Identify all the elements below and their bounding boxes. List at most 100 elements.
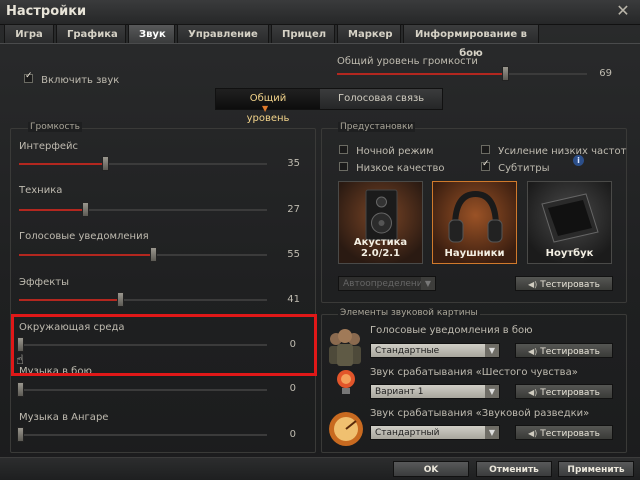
master-volume-value: 69	[599, 68, 612, 79]
speaker-small-icon: ◀)	[528, 429, 538, 438]
tab-sound[interactable]: Звук	[128, 24, 175, 43]
preset-card-speakers[interactable]: Акустика 2.0/2.1	[338, 181, 423, 264]
master-volume-label: Общий уровень громкости	[337, 56, 478, 67]
test-preset-label: Тестировать	[540, 280, 600, 290]
tab-bar: Игра Графика Звук Управление Прицел Марк…	[4, 24, 539, 59]
enable-sound-checkbox[interactable]: Включить звук	[24, 68, 119, 87]
preset-option-subtitles[interactable]: Субтитры	[481, 156, 550, 175]
sound-recon-dropdown[interactable]: Стандартный ▼	[370, 425, 500, 440]
test-preset-button[interactable]: ◀) Тестировать	[515, 276, 613, 291]
slider-hangar-music[interactable]	[17, 427, 267, 442]
sixth-sense-label: Звук срабатывания «Шестого чувства»	[370, 367, 578, 378]
slider-battle-music[interactable]	[17, 382, 267, 397]
tab-battle-info[interactable]: Информирование в бою	[403, 24, 539, 59]
tab-divider	[0, 43, 640, 44]
preset-option-label: Низкое качество	[356, 163, 445, 174]
slider-fill	[19, 299, 120, 301]
slider-label-effects: Эффекты	[19, 277, 69, 288]
presets-panel-title: Предустановки	[338, 122, 416, 132]
crew-icon	[326, 325, 364, 367]
footer-bar: OK Отменить Применить	[0, 457, 640, 480]
chevron-down-icon: ▼	[262, 104, 269, 113]
slider-label-vehicles: Техника	[19, 185, 63, 196]
volume-panel-title: Громкость	[28, 122, 82, 132]
preset-card-label: Акустика 2.0/2.1	[353, 237, 408, 259]
slider-label-voice: Голосовые уведомления	[19, 231, 149, 242]
slider-label-interface: Интерфейс	[19, 141, 79, 152]
sound-elements-title: Элементы звуковой картины	[338, 308, 480, 318]
slider-thumb[interactable]	[117, 292, 124, 307]
preset-card-label: Ноутбук	[545, 248, 594, 259]
checkbox-icon[interactable]	[24, 71, 33, 83]
enable-sound-label: Включить звук	[41, 75, 120, 86]
test-label: Тестировать	[540, 347, 600, 357]
checkbox-icon[interactable]	[339, 145, 348, 154]
test-sound-recon-button[interactable]: ◀) Тестировать	[515, 425, 613, 440]
sound-recon-label: Звук срабатывания «Звуковой разведки»	[370, 408, 590, 419]
test-label: Тестировать	[540, 429, 600, 439]
slider-thumb[interactable]	[150, 247, 157, 262]
voice-alerts-value: Стандартные	[375, 346, 440, 356]
speaker-small-icon: ◀)	[528, 280, 538, 289]
voice-alerts-dropdown[interactable]: Стандартные ▼	[370, 343, 500, 358]
preset-card-label: Наушники	[444, 248, 505, 259]
segment-voice-chat[interactable]: Голосовая связь	[320, 89, 443, 109]
slider-value-voice: 55	[287, 249, 300, 260]
slider-value-vehicles: 27	[287, 204, 300, 215]
test-voice-alerts-button[interactable]: ◀) Тестировать	[515, 343, 613, 358]
master-volume-slider[interactable]	[337, 66, 587, 81]
slider-interface[interactable]	[19, 156, 267, 171]
tab-game[interactable]: Игра	[4, 24, 54, 43]
preset-card-laptop[interactable]: Ноутбук	[527, 181, 612, 264]
checkbox-icon[interactable]	[481, 145, 490, 154]
slider-fill	[19, 163, 105, 165]
slider-value-interface: 35	[287, 158, 300, 169]
preset-card-headphones[interactable]: Наушники	[432, 181, 517, 264]
slider-thumb[interactable]	[82, 202, 89, 217]
checkbox-icon[interactable]	[339, 162, 348, 171]
tab-marker[interactable]: Маркер	[337, 24, 401, 43]
apply-button[interactable]: Применить	[558, 461, 634, 477]
ok-button[interactable]: OK	[393, 461, 469, 477]
slider-thumb[interactable]	[102, 156, 109, 171]
test-sixth-sense-button[interactable]: ◀) Тестировать	[515, 384, 613, 399]
window-title: Настройки	[6, 4, 87, 19]
slider-voice[interactable]	[19, 247, 267, 262]
lightbulb-icon	[335, 368, 357, 398]
autodetect-value: Автоопределение	[343, 279, 429, 289]
slider-label-hangar-music: Музыка в Ангаре	[19, 412, 109, 423]
checkbox-icon[interactable]	[481, 159, 490, 171]
chevron-down-icon: ▼	[485, 344, 499, 357]
title-bar: Настройки ✕	[0, 0, 640, 25]
sound-recon-icon	[326, 409, 366, 447]
tab-graphics[interactable]: Графика	[56, 24, 126, 43]
master-volume-fill	[337, 73, 505, 75]
sixth-sense-dropdown[interactable]: Вариант 1 ▼	[370, 384, 500, 399]
slider-value-hangar-music: 0	[289, 429, 296, 440]
tab-controls[interactable]: Управление	[177, 24, 269, 43]
slider-thumb[interactable]	[17, 382, 24, 397]
cancel-button[interactable]: Отменить	[476, 461, 552, 477]
slider-value-effects: 41	[287, 294, 300, 305]
volume-mode-switch: Общий уровень Голосовая связь	[215, 88, 444, 124]
preset-option-label: Субтитры	[498, 163, 550, 174]
autodetect-dropdown: Автоопределение ▼	[338, 276, 436, 291]
test-label: Тестировать	[540, 388, 600, 398]
sound-recon-value: Стандартный	[375, 428, 440, 438]
highlight-box	[11, 314, 317, 376]
slider-vehicles[interactable]	[19, 202, 267, 217]
slider-fill	[19, 209, 86, 211]
voice-alerts-label: Голосовые уведомления в бою	[370, 325, 533, 336]
tab-sight[interactable]: Прицел	[271, 24, 335, 43]
slider-thumb[interactable]	[17, 427, 24, 442]
slider-effects[interactable]	[19, 292, 267, 307]
sixth-sense-value: Вариант 1	[375, 387, 424, 397]
preset-option-low-quality[interactable]: Низкое качество	[339, 156, 444, 175]
chevron-down-icon: ▼	[485, 385, 499, 398]
slider-value-battle-music: 0	[289, 383, 296, 394]
master-volume-thumb[interactable]	[502, 66, 509, 81]
speaker-small-icon: ◀)	[528, 347, 538, 356]
close-icon[interactable]: ✕	[614, 2, 632, 20]
speaker-small-icon: ◀)	[528, 388, 538, 397]
info-icon[interactable]: i	[573, 155, 584, 166]
